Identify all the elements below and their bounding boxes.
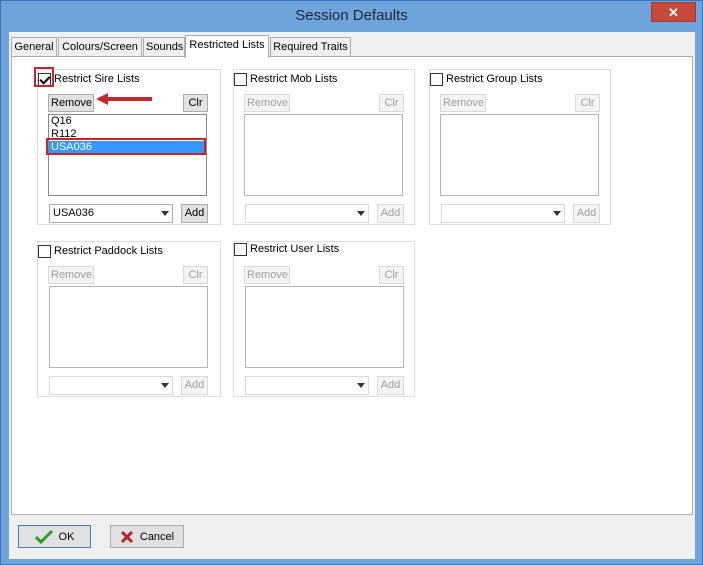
user-listbox[interactable]	[245, 286, 404, 368]
mob-clr-button[interactable]: Clr	[379, 94, 404, 112]
restrict-user-checkbox-row[interactable]: Restrict User Lists	[234, 241, 339, 257]
chevron-down-icon	[357, 383, 365, 388]
ok-label: OK	[58, 530, 75, 543]
paddock-clr-button[interactable]: Clr	[183, 266, 208, 284]
sire-combo-value: USA036	[53, 207, 94, 219]
dialog-client-area: General Colours/Screen Sounds Restricted…	[9, 32, 695, 559]
restrict-paddock-checkbox[interactable]	[38, 244, 51, 258]
tab-required-traits[interactable]: Required Traits	[270, 37, 351, 57]
restrict-paddock-checkbox-row[interactable]: Restrict Paddock Lists	[38, 243, 163, 259]
paddock-combo[interactable]	[49, 376, 173, 395]
mob-add-button[interactable]: Add	[377, 204, 404, 223]
group-listbox[interactable]	[440, 114, 599, 196]
restrict-paddock-label: Restrict Paddock Lists	[54, 245, 163, 257]
group-lists-group: Restrict Group Lists Remove Clr Add	[429, 69, 611, 225]
group-clr-button[interactable]: Clr	[575, 94, 600, 112]
restrict-sire-label: Restrict Sire Lists	[54, 73, 140, 85]
paddock-listbox[interactable]	[49, 286, 208, 368]
close-button[interactable]: ✕	[651, 2, 696, 22]
ok-button[interactable]: OK	[18, 525, 91, 548]
group-add-button[interactable]: Add	[573, 204, 600, 223]
mob-listbox[interactable]	[244, 114, 403, 196]
restricted-lists-panel: Restrict Sire Lists Remove Clr Q16 R112 …	[11, 56, 693, 515]
checkmark-icon	[34, 529, 53, 544]
restrict-user-label: Restrict User Lists	[250, 243, 340, 255]
tab-restricted-lists[interactable]: Restricted Lists	[185, 35, 269, 58]
chevron-down-icon	[161, 383, 169, 388]
selected-item-highlight-annotation	[46, 138, 206, 155]
restrict-group-checkbox-row[interactable]: Restrict Group Lists	[430, 71, 543, 87]
user-lists-group: Restrict User Lists Remove Clr Add	[233, 241, 415, 397]
cancel-button[interactable]: Cancel	[110, 525, 184, 548]
arrow-left-icon	[96, 93, 152, 105]
x-close-icon	[120, 530, 133, 543]
sire-remove-button[interactable]: Remove	[48, 94, 94, 112]
sire-combo[interactable]: USA036	[49, 204, 173, 223]
paddock-lists-group: Restrict Paddock Lists Remove Clr Add	[37, 241, 221, 397]
tab-general[interactable]: General	[11, 37, 57, 57]
user-remove-button[interactable]: Remove	[244, 266, 290, 284]
checkbox-highlight-annotation	[34, 67, 54, 87]
chevron-down-icon	[553, 211, 561, 216]
chevron-down-icon	[161, 211, 169, 216]
restrict-mob-checkbox[interactable]	[234, 72, 247, 86]
tab-sounds[interactable]: Sounds	[143, 37, 185, 57]
user-add-button[interactable]: Add	[377, 376, 404, 395]
window-title: Session Defaults	[295, 7, 408, 24]
restrict-mob-checkbox-row[interactable]: Restrict Mob Lists	[234, 71, 337, 87]
user-combo[interactable]	[245, 376, 369, 395]
restrict-group-label: Restrict Group Lists	[446, 73, 543, 85]
paddock-add-button[interactable]: Add	[181, 376, 208, 395]
chevron-down-icon	[357, 211, 365, 216]
mob-combo[interactable]	[245, 204, 369, 223]
tab-colours-screen[interactable]: Colours/Screen	[58, 37, 142, 57]
sire-listbox[interactable]: Q16 R112 USA036	[48, 114, 207, 196]
restrict-mob-label: Restrict Mob Lists	[250, 73, 338, 85]
group-remove-button[interactable]: Remove	[440, 94, 486, 112]
mob-lists-group: Restrict Mob Lists Remove Clr Add	[233, 69, 415, 225]
user-clr-button[interactable]: Clr	[379, 266, 404, 284]
group-combo[interactable]	[441, 204, 565, 223]
sire-add-button[interactable]: Add	[181, 204, 208, 223]
restrict-group-checkbox[interactable]	[430, 72, 443, 86]
mob-remove-button[interactable]: Remove	[244, 94, 290, 112]
list-item[interactable]: Q16	[49, 115, 206, 128]
paddock-remove-button[interactable]: Remove	[48, 266, 94, 284]
cancel-label: Cancel	[139, 530, 175, 543]
sire-clr-button[interactable]: Clr	[183, 94, 208, 112]
session-defaults-dialog: Session Defaults ✕ General Colours/Scree…	[0, 0, 703, 565]
restrict-user-checkbox[interactable]	[234, 242, 247, 256]
